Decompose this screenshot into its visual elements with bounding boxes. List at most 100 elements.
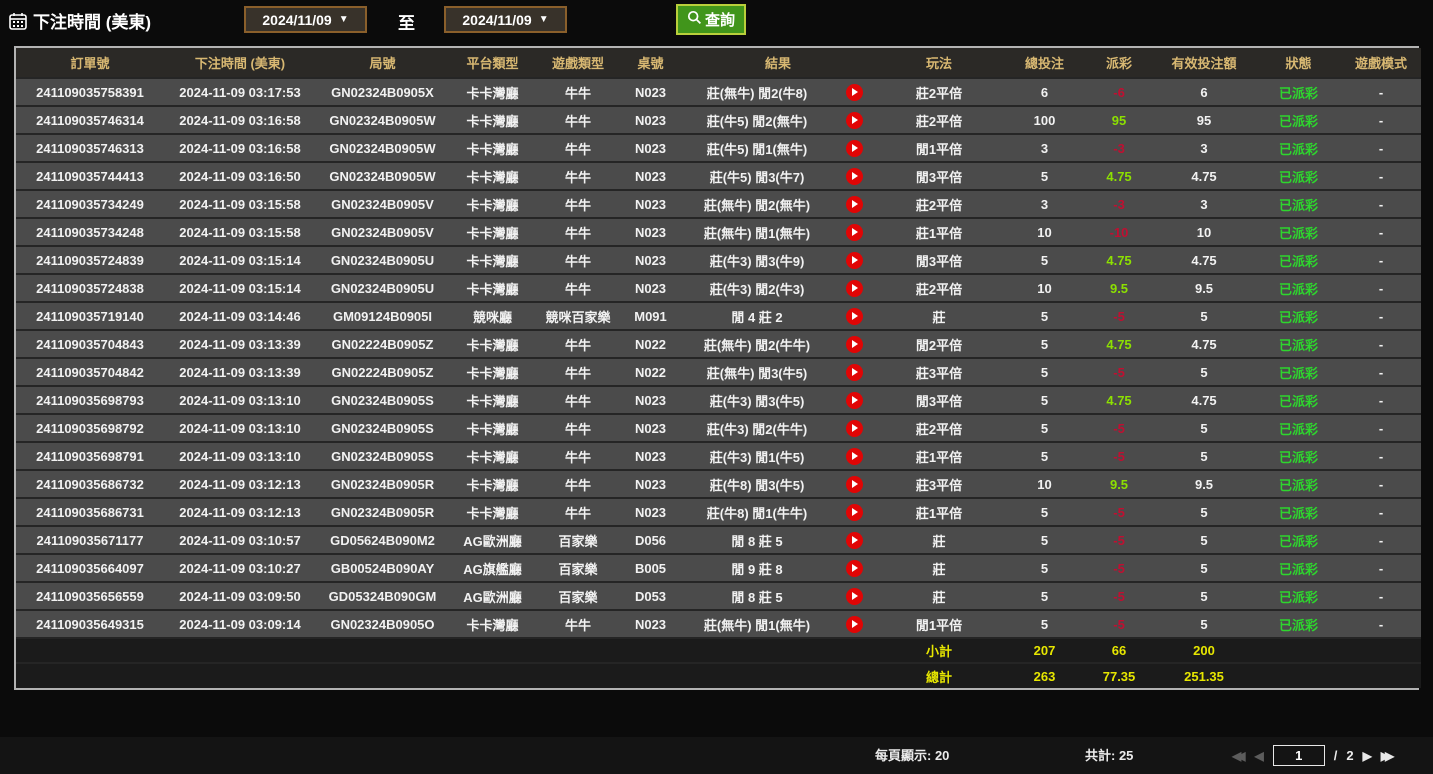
- cell-round-no: GN02324B0905S: [316, 414, 449, 442]
- cell-status: 已派彩: [1256, 526, 1341, 554]
- date-from-select[interactable]: 2024/11/09 ▼: [244, 6, 367, 33]
- cell-game-mode: -: [1341, 582, 1421, 610]
- play-icon[interactable]: [846, 532, 863, 549]
- cell-game-mode: -: [1341, 442, 1421, 470]
- prev-page-icon[interactable]: ◀: [1254, 750, 1263, 762]
- cell-bet-time: 2024-11-09 03:09:14: [164, 610, 316, 638]
- play-icon[interactable]: [846, 224, 863, 241]
- cell-status: 已派彩: [1256, 162, 1341, 190]
- cell-total-bet: 10: [1003, 470, 1086, 498]
- cell-replay: [833, 78, 875, 106]
- play-icon[interactable]: [846, 336, 863, 353]
- search-button[interactable]: 查詢: [676, 4, 746, 35]
- cell-order-no: 241109035698792: [16, 414, 164, 442]
- play-icon[interactable]: [846, 616, 863, 633]
- cell-payout: -5: [1086, 554, 1152, 582]
- cell-order-no: 241109035686732: [16, 470, 164, 498]
- cell-order-no: 241109035656559: [16, 582, 164, 610]
- cell-play-method: 莊3平倍: [875, 470, 1003, 498]
- cell-order-no: 241109035746313: [16, 134, 164, 162]
- cell-game-type: 牛牛: [536, 442, 620, 470]
- cell-game-type: 牛牛: [536, 330, 620, 358]
- cell-platform: 卡卡灣廳: [449, 610, 536, 638]
- cell-replay: [833, 470, 875, 498]
- cell-play-method: 莊2平倍: [875, 106, 1003, 134]
- pagination: ◀◀ ◀ / 2 ▶ ▶▶: [1232, 737, 1394, 774]
- table-row: 241109035704842 2024-11-09 03:13:39 GN02…: [16, 358, 1421, 386]
- cell-game-mode: -: [1341, 610, 1421, 638]
- table-row: 241109035704843 2024-11-09 03:13:39 GN02…: [16, 330, 1421, 358]
- cell-payout: -5: [1086, 526, 1152, 554]
- play-icon[interactable]: [846, 504, 863, 521]
- next-page-icon[interactable]: ▶: [1363, 750, 1372, 762]
- col-header-valid-bet: 有效投注額: [1152, 48, 1256, 78]
- play-icon[interactable]: [846, 140, 863, 157]
- cell-replay: [833, 218, 875, 246]
- play-icon[interactable]: [846, 588, 863, 605]
- play-icon[interactable]: [846, 196, 863, 213]
- cell-status: 已派彩: [1256, 470, 1341, 498]
- table-row: 241109035724838 2024-11-09 03:15:14 GN02…: [16, 274, 1421, 302]
- cell-valid-bet: 4.75: [1152, 386, 1256, 414]
- cell-order-no: 241109035698793: [16, 386, 164, 414]
- cell-total-bet: 3: [1003, 134, 1086, 162]
- cell-valid-bet: 5: [1152, 498, 1256, 526]
- cell-play-method: 莊2平倍: [875, 190, 1003, 218]
- play-icon[interactable]: [846, 168, 863, 185]
- cell-game-type: 牛牛: [536, 358, 620, 386]
- cell-round-no: GB00524B090AY: [316, 554, 449, 582]
- play-icon[interactable]: [846, 84, 863, 101]
- page-number-input[interactable]: [1273, 745, 1325, 766]
- cell-table-no: N023: [620, 386, 681, 414]
- grand-total-total-bet: 263: [1003, 663, 1086, 688]
- cell-payout: 95: [1086, 106, 1152, 134]
- cell-round-no: GN02324B0905U: [316, 246, 449, 274]
- page-title: 下注時間 (美東): [33, 8, 151, 33]
- play-icon[interactable]: [846, 280, 863, 297]
- cell-round-no: GN02324B0905S: [316, 442, 449, 470]
- table-footer: 每頁顯示: 20 共計: 25 ◀◀ ◀ / 2 ▶ ▶▶: [0, 737, 1433, 774]
- play-icon[interactable]: [846, 420, 863, 437]
- play-icon[interactable]: [846, 448, 863, 465]
- cell-valid-bet: 4.75: [1152, 246, 1256, 274]
- cell-game-type: 牛牛: [536, 274, 620, 302]
- cell-total-bet: 10: [1003, 274, 1086, 302]
- cell-round-no: GN02324B0905W: [316, 162, 449, 190]
- play-icon[interactable]: [846, 112, 863, 129]
- play-icon[interactable]: [846, 364, 863, 381]
- cell-bet-time: 2024-11-09 03:15:58: [164, 218, 316, 246]
- cell-play-method: 莊: [875, 302, 1003, 330]
- cell-payout: 4.75: [1086, 330, 1152, 358]
- cell-game-type: 牛牛: [536, 470, 620, 498]
- date-to-select[interactable]: 2024/11/09 ▼: [444, 6, 567, 33]
- play-icon[interactable]: [846, 392, 863, 409]
- cell-game-mode: -: [1341, 274, 1421, 302]
- first-page-icon[interactable]: ◀◀: [1232, 750, 1245, 762]
- last-page-icon[interactable]: ▶▶: [1381, 750, 1394, 762]
- cell-order-no: 241109035686731: [16, 498, 164, 526]
- play-icon[interactable]: [846, 560, 863, 577]
- cell-order-no: 241109035746314: [16, 106, 164, 134]
- cell-table-no: N023: [620, 190, 681, 218]
- cell-platform: 卡卡灣廳: [449, 470, 536, 498]
- play-icon[interactable]: [846, 308, 863, 325]
- cell-game-mode: -: [1341, 218, 1421, 246]
- play-icon[interactable]: [846, 476, 863, 493]
- cell-total-bet: 6: [1003, 78, 1086, 106]
- cell-valid-bet: 5: [1152, 582, 1256, 610]
- cell-game-type: 牛牛: [536, 190, 620, 218]
- cell-payout: -3: [1086, 134, 1152, 162]
- table-row: 241109035746314 2024-11-09 03:16:58 GN02…: [16, 106, 1421, 134]
- cell-table-no: D056: [620, 526, 681, 554]
- cell-play-method: 閒3平倍: [875, 162, 1003, 190]
- col-header-bet-time: 下注時間 (美東): [164, 48, 316, 78]
- cell-valid-bet: 9.5: [1152, 274, 1256, 302]
- cell-total-bet: 5: [1003, 442, 1086, 470]
- cell-bet-time: 2024-11-09 03:10:27: [164, 554, 316, 582]
- col-header-play-method: 玩法: [875, 48, 1003, 78]
- play-icon[interactable]: [846, 252, 863, 269]
- cell-payout: 9.5: [1086, 274, 1152, 302]
- table-header-row: 訂單號 下注時間 (美東) 局號 平台類型 遊戲類型 桌號 結果 玩法 總投注 …: [16, 48, 1421, 78]
- cell-order-no: 241109035704842: [16, 358, 164, 386]
- cell-replay: [833, 106, 875, 134]
